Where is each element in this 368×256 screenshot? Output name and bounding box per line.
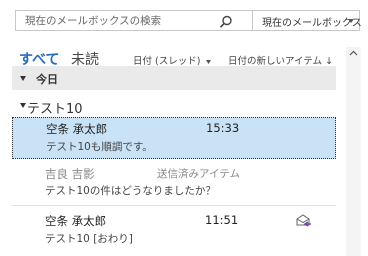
search-input[interactable] [16, 11, 241, 30]
sort-order-toggle[interactable]: 日付の新しいアイテム ↓ [228, 53, 333, 67]
scroll-up-arrow-icon[interactable] [346, 47, 361, 61]
search-icon[interactable] [219, 14, 233, 28]
replied-envelope-icon [296, 214, 311, 227]
message-sender: 吉良 吉影 [45, 167, 95, 181]
search-scope-dropdown[interactable]: 現在のメールボックス [253, 11, 362, 30]
group-header-today[interactable]: 今日 [12, 66, 336, 90]
message-item-selected[interactable]: 空条 承太郎 15:33 テスト10も順調です。 [12, 117, 336, 159]
search-scope-label: 現在のメールボックス [262, 18, 362, 29]
chevron-down-icon [206, 59, 212, 64]
chevron-down-icon [348, 19, 354, 23]
message-sender: 空条 承太郎 [45, 214, 107, 228]
collapse-caret-icon[interactable] [20, 76, 26, 81]
message-preview: テスト10も順調です。 [46, 141, 153, 153]
sort-by-dropdown[interactable]: 日付 (スレッド) [133, 53, 212, 67]
message-item[interactable]: 吉良 吉影 送信済みアイテム テスト10の件はどうなりましたか？ [12, 161, 336, 205]
message-preview: テスト10 [おわり] [45, 233, 133, 245]
search-bar: 現在のメールボックス [15, 10, 362, 31]
message-sender: 空条 承太郎 [46, 122, 108, 136]
message-preview: テスト10の件はどうなりましたか？ [45, 185, 216, 197]
message-time: 11:51 [205, 213, 239, 227]
message-item[interactable]: 空条 承太郎 11:51 テスト10 [おわり] [12, 208, 336, 254]
conversation-title: テスト10 [27, 102, 83, 117]
message-time: 15:33 [206, 121, 240, 135]
message-folder: 送信済みアイテム [157, 168, 240, 180]
scrollbar[interactable] [346, 47, 361, 256]
group-label: 今日 [36, 73, 58, 86]
collapse-caret-icon[interactable] [20, 103, 26, 108]
divider [12, 205, 336, 206]
